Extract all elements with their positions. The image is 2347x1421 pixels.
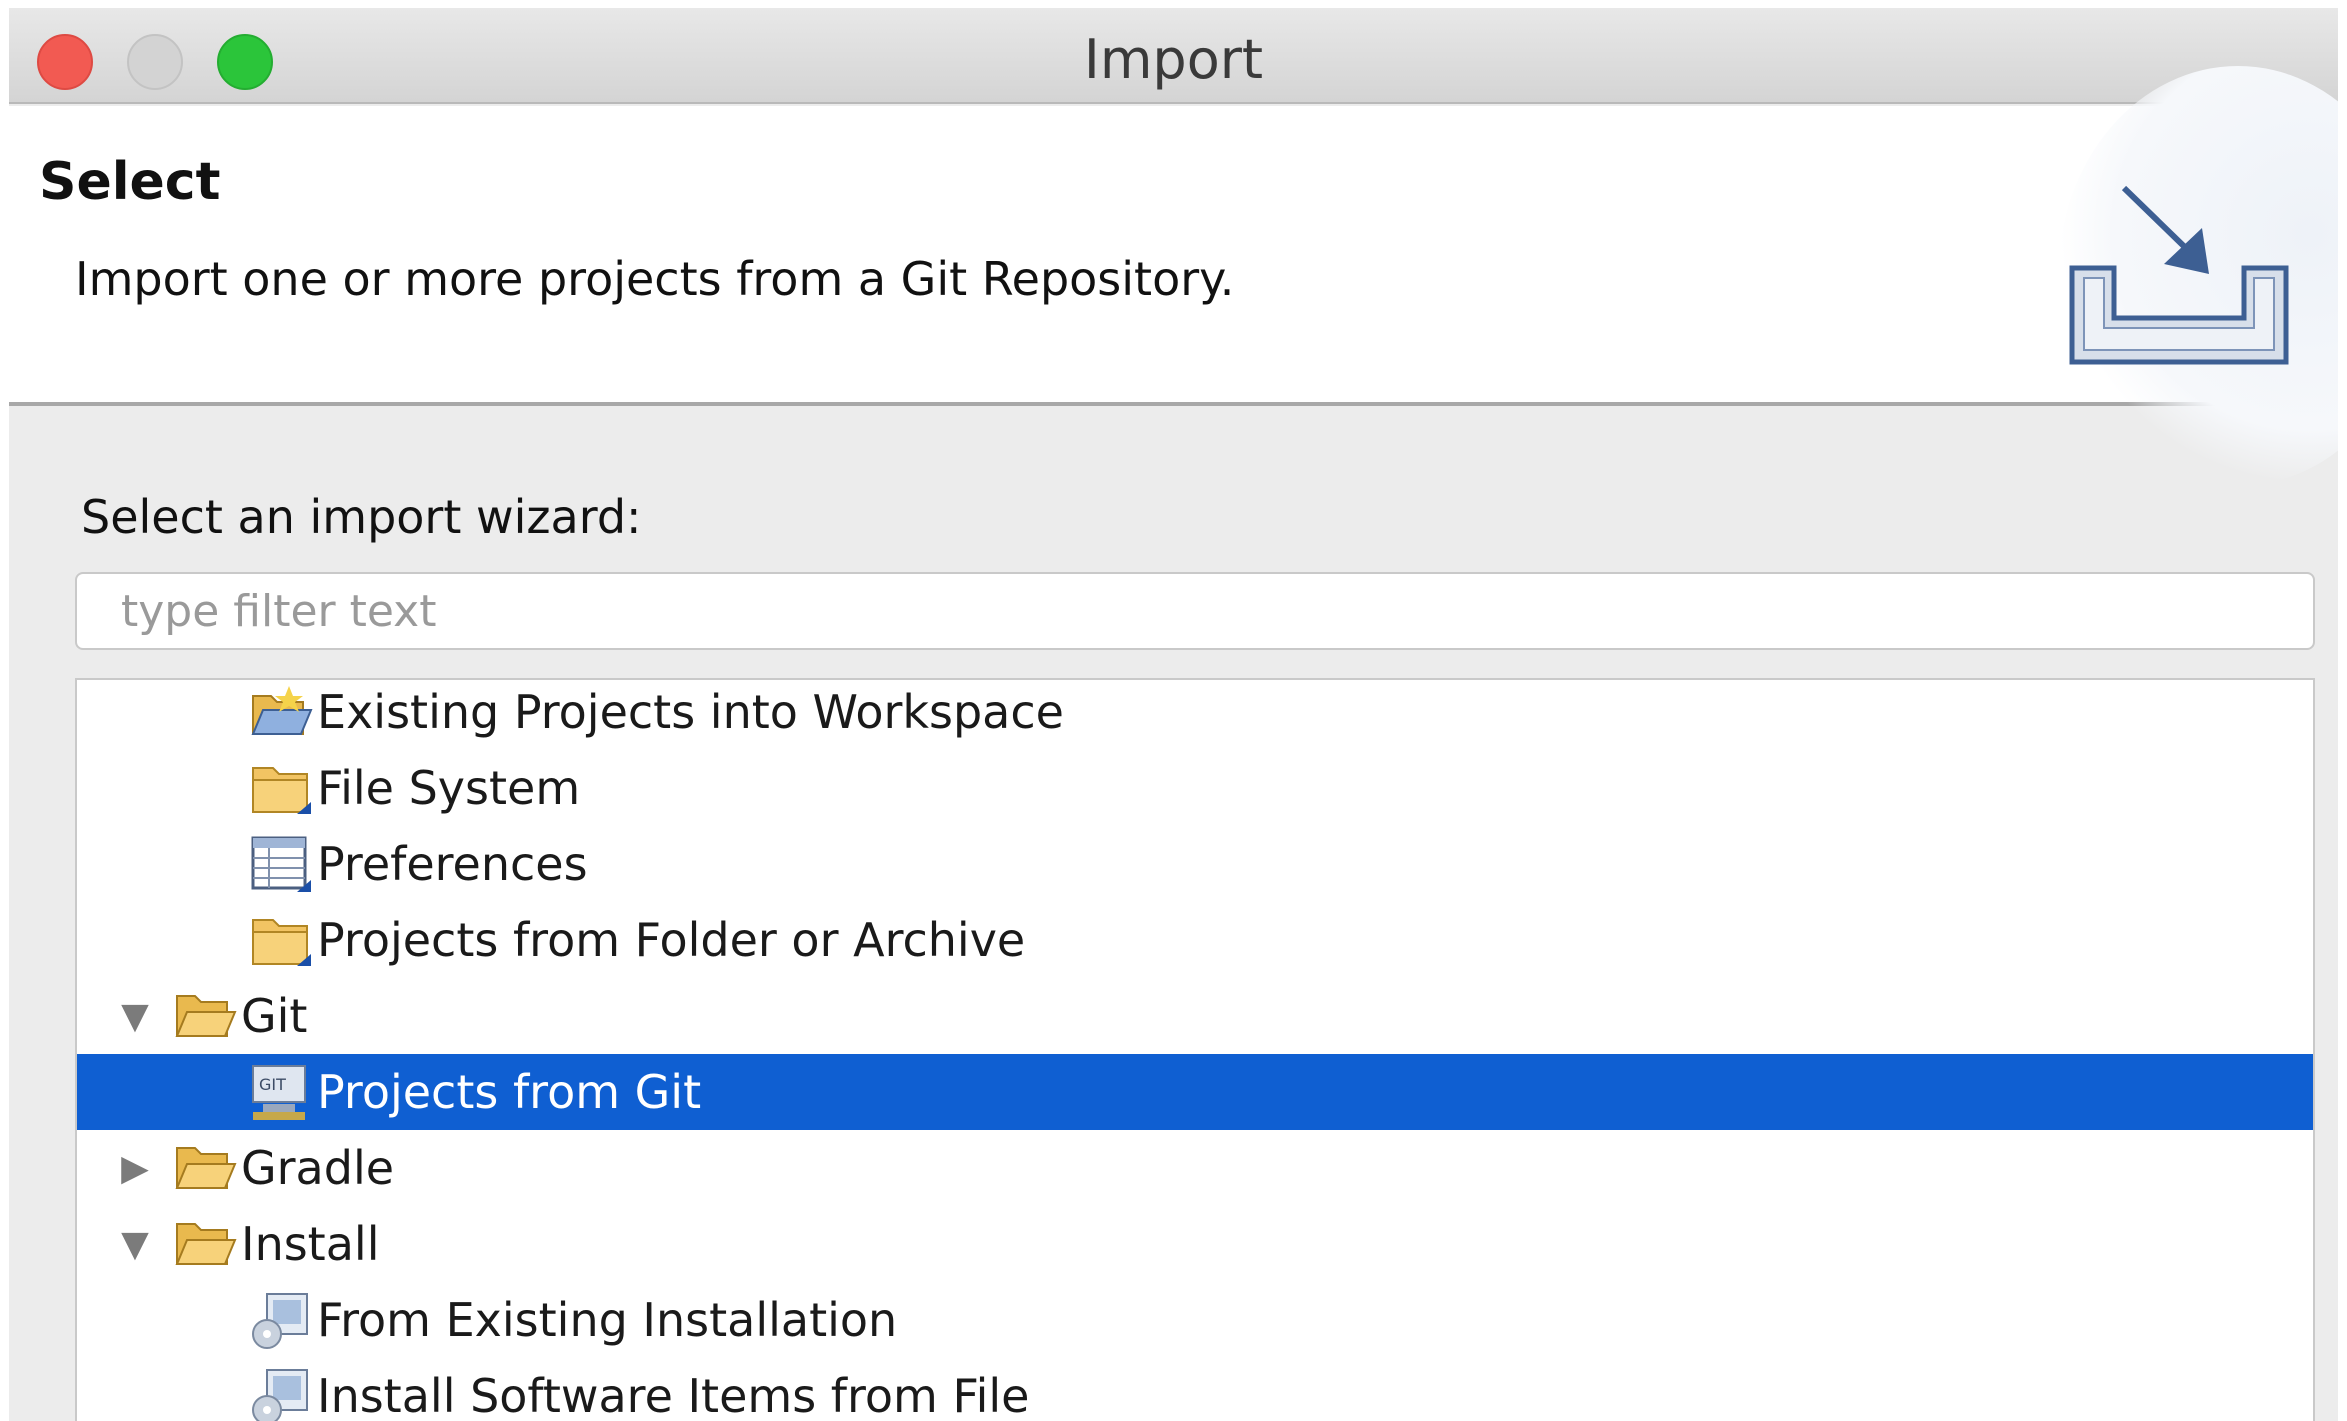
title-bar[interactable]: Import [9,8,2338,104]
git-repository-icon: GIT [252,1065,306,1120]
preferences-table-icon [251,836,311,892]
import-wizard-icon [2069,185,2289,365]
tree-item-label: Gradle [241,1141,395,1195]
wizard-header: Select Import one or more projects from … [9,66,2338,486]
open-folder-icon [175,1223,237,1265]
import-wizard-tree[interactable]: Existing Projects into Workspace File Sy… [75,678,2315,1421]
svg-text:GIT: GIT [259,1075,286,1094]
tree-item-label: From Existing Installation [317,1293,898,1347]
collapsed-arrow-icon[interactable]: ▶ [115,1148,155,1189]
tree-item-label: Projects from Folder or Archive [317,913,1026,967]
folder-icon [252,767,311,814]
tree-item-label: File System [317,761,581,815]
open-folder-icon [175,995,237,1037]
tree-item-label: Install [241,1217,380,1271]
tree-item-git[interactable]: ▼ Git [77,978,2313,1054]
tree-item-gradle[interactable]: ▶ Gradle [77,1130,2313,1206]
page-title: Select [39,152,221,212]
expanded-arrow-icon[interactable]: ▼ [115,1224,155,1265]
tree-item-label: Git [241,989,308,1043]
tree-item-projects-from-git[interactable]: GIT Projects from Git [77,1054,2313,1130]
page-description: Import one or more projects from a Git R… [75,252,1235,306]
tree-item-preferences[interactable]: Preferences [77,826,2313,902]
tree-item-file-system[interactable]: File System [77,750,2313,826]
tree-item-projects-from-folder-or-archive[interactable]: Projects from Folder or Archive [77,902,2313,978]
window-title: Import [1083,28,1264,91]
filter-input[interactable] [75,572,2315,650]
install-icon [252,1293,308,1349]
folder-icon [252,919,311,966]
open-project-folder-icon [251,686,313,735]
tree-item-existing-projects-into-workspace[interactable]: Existing Projects into Workspace [77,680,2313,750]
tree-item-label: Projects from Git [317,1065,702,1119]
install-icon [252,1369,308,1421]
import-dialog: Import Select Import one or more project… [9,8,2338,1421]
tree-item-label: Preferences [317,837,588,891]
tree-item-install-software-items-from-file[interactable]: Install Software Items from File [77,1358,2313,1421]
tree-item-label: Existing Projects into Workspace [317,685,1064,739]
open-folder-icon [175,1147,237,1189]
tree-item-label: Install Software Items from File [317,1369,1030,1421]
expanded-arrow-icon[interactable]: ▼ [115,996,155,1037]
import-wizard-label: Select an import wizard: [81,490,642,544]
tree-item-install[interactable]: ▼ Install [77,1206,2313,1282]
tree-item-from-existing-installation[interactable]: From Existing Installation [77,1282,2313,1358]
